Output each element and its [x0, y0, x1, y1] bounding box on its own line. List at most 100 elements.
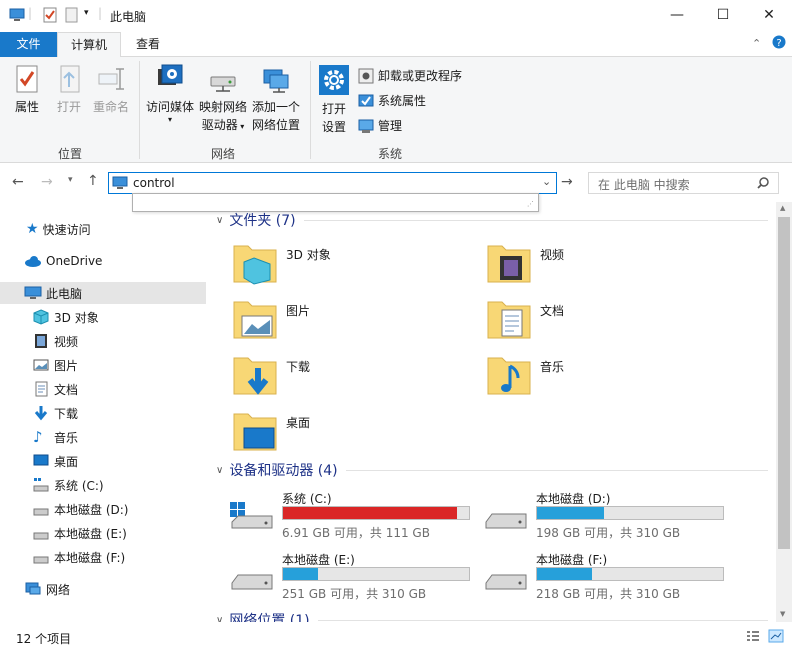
nav-item-drive-d[interactable]: 本地磁盘 (D:) [0, 498, 206, 520]
nav-item-pictures[interactable]: 图片 [0, 354, 206, 376]
uninstall-label: 卸载或更改程序 [378, 69, 463, 83]
cube-icon [33, 309, 49, 325]
open-button[interactable]: 打开 [50, 65, 88, 116]
network-drive-icon [210, 76, 236, 92]
tab-view[interactable]: 查看 [126, 32, 170, 57]
drive-f[interactable]: 本地磁盘 (F:) 218 GB 可用，共 310 GB [482, 549, 732, 601]
help-icon[interactable]: ? [772, 35, 786, 52]
folder-label: 音乐 [540, 360, 565, 374]
ribbon-separator [139, 61, 140, 159]
drive-c[interactable]: 系统 (C:) 6.91 GB 可用，共 111 GB [228, 488, 478, 540]
collapse-ribbon-icon[interactable]: ⌃ [752, 37, 761, 50]
nav-item-documents[interactable]: 文档 [0, 378, 206, 400]
map-network-drive-button[interactable]: 映射网络 驱动器 ▾ [198, 67, 248, 136]
address-dropdown-icon[interactable]: ⌄ [542, 175, 551, 188]
system-properties-icon [358, 94, 374, 106]
item-count: 12 个项目 [16, 632, 72, 646]
drive-d[interactable]: 本地磁盘 (D:) 198 GB 可用，共 310 GB [482, 488, 732, 540]
open-icon [60, 65, 80, 93]
section-title: 网络位置 (1) [229, 613, 310, 622]
large-icons-view-icon[interactable] [768, 629, 784, 643]
drive-icon [33, 508, 49, 516]
nav-item-quick-access[interactable]: ★ 快速访问 [0, 218, 206, 240]
drive-icon [33, 556, 49, 564]
group-label-system: 系统 [377, 147, 402, 161]
nav-item-desktop[interactable]: 桌面 [0, 450, 206, 472]
recent-locations-icon[interactable]: ▾ [68, 175, 73, 185]
desktop-icon [33, 454, 49, 466]
properties-quick-icon[interactable] [42, 7, 58, 26]
add-network-location-button[interactable]: 添加一个 网络位置 [250, 67, 302, 134]
group-label-network: 网络 [210, 147, 235, 161]
nav-item-drive-f[interactable]: 本地磁盘 (F:) [0, 546, 206, 568]
folder-videos[interactable]: 视频 [486, 240, 736, 288]
nav-label: 本地磁盘 (E:) [54, 526, 127, 541]
go-arrow-icon[interactable]: → [561, 174, 573, 190]
folder-downloads[interactable]: 下载 [232, 352, 482, 400]
nav-item-onedrive[interactable]: OneDrive [0, 250, 206, 272]
dropdown-arrow-icon: ▾ [237, 122, 245, 131]
drive-space-info: 198 GB 可用，共 310 GB [536, 526, 681, 540]
tab-file[interactable]: 文件 [0, 32, 57, 57]
status-bar: 12 个项目 [0, 622, 792, 650]
close-button[interactable]: ✕ [746, 0, 792, 30]
minimize-button[interactable]: — [654, 0, 700, 30]
nav-label: 网络 [46, 582, 71, 597]
ribbon-tabs: 文件 计算机 查看 ⌃ ? [0, 32, 792, 58]
section-header-devices[interactable]: ∨ 设备和驱动器 (4) [216, 460, 768, 480]
address-input[interactable]: control [133, 176, 175, 190]
nav-label: 系统 (C:) [54, 478, 104, 493]
folder-documents[interactable]: 文档 [486, 296, 736, 344]
nav-item-videos[interactable]: 视频 [0, 330, 206, 352]
back-icon[interactable]: ← [12, 174, 24, 190]
folder-music[interactable]: 音乐 [486, 352, 736, 400]
uninstall-program-button[interactable]: 卸载或更改程序 [358, 67, 462, 84]
open-settings-button[interactable]: 打开 设置 [316, 65, 352, 136]
manage-button[interactable]: 管理 [358, 117, 402, 134]
nav-item-music[interactable]: ♪ 音乐 [0, 426, 206, 448]
folder-label: 下载 [286, 360, 311, 374]
computer-icon [24, 286, 42, 299]
section-header-network-locations[interactable]: ∨ 网络位置 (1) [216, 610, 768, 622]
search-box[interactable]: 在 此电脑 中搜索 [588, 172, 779, 194]
maximize-button[interactable]: ☐ [700, 0, 746, 30]
scrollbar-thumb[interactable] [778, 217, 790, 549]
system-drive-icon [230, 502, 273, 529]
forward-icon[interactable]: → [41, 174, 53, 190]
tab-computer[interactable]: 计算机 [57, 32, 121, 58]
folder-pictures[interactable]: 图片 [232, 296, 482, 344]
open-settings-label-1: 打开 [321, 102, 346, 116]
drive-icon [485, 574, 527, 590]
nav-item-drive-e[interactable]: 本地磁盘 (E:) [0, 522, 206, 544]
scroll-up-icon[interactable]: ▲ [780, 204, 785, 212]
address-bar[interactable]: control ⌄ [108, 172, 557, 194]
computer-icon[interactable] [9, 7, 25, 26]
search-input[interactable]: 在 此电脑 中搜索 [598, 176, 690, 193]
title-bar: | ▾ | 此电脑 — ☐ ✕ [0, 0, 792, 32]
nav-item-this-pc[interactable]: 此电脑 [0, 282, 206, 304]
nav-item-drive-c[interactable]: 系统 (C:) [0, 474, 206, 496]
nav-item-network[interactable]: 网络 [0, 578, 206, 600]
folder-desktop[interactable]: 桌面 [232, 408, 482, 456]
drive-usage-bar [536, 506, 724, 520]
vertical-scrollbar[interactable]: ▲ ▼ [776, 202, 792, 622]
properties-button[interactable]: 属性 [8, 65, 46, 116]
access-media-label: 访问媒体 [145, 100, 194, 114]
map-drive-label-2: 驱动器 [201, 118, 238, 132]
drive-usage-fill [283, 507, 458, 519]
access-media-button[interactable]: 访问媒体 ▾ [144, 63, 196, 124]
up-icon[interactable]: ↑ [87, 173, 99, 189]
details-view-icon[interactable] [746, 630, 760, 642]
rename-button[interactable]: 重命名 [90, 65, 132, 116]
drive-usage-fill [283, 568, 319, 580]
nav-item-downloads[interactable]: 下载 [0, 402, 206, 424]
folder-label: 桌面 [286, 416, 311, 430]
section-header-folders[interactable]: ∨ 文件夹 (7) [216, 210, 768, 230]
drive-e[interactable]: 本地磁盘 (E:) 251 GB 可用，共 310 GB [228, 549, 478, 601]
system-properties-button[interactable]: 系统属性 [358, 92, 426, 109]
folder-3d-objects[interactable]: 3D 对象 [232, 240, 482, 288]
scroll-down-icon[interactable]: ▼ [780, 610, 785, 618]
new-folder-quick-icon[interactable] [64, 7, 80, 26]
customize-quick-access-icon[interactable]: ▾ [84, 8, 89, 18]
nav-item-3d-objects[interactable]: 3D 对象 [0, 306, 206, 328]
